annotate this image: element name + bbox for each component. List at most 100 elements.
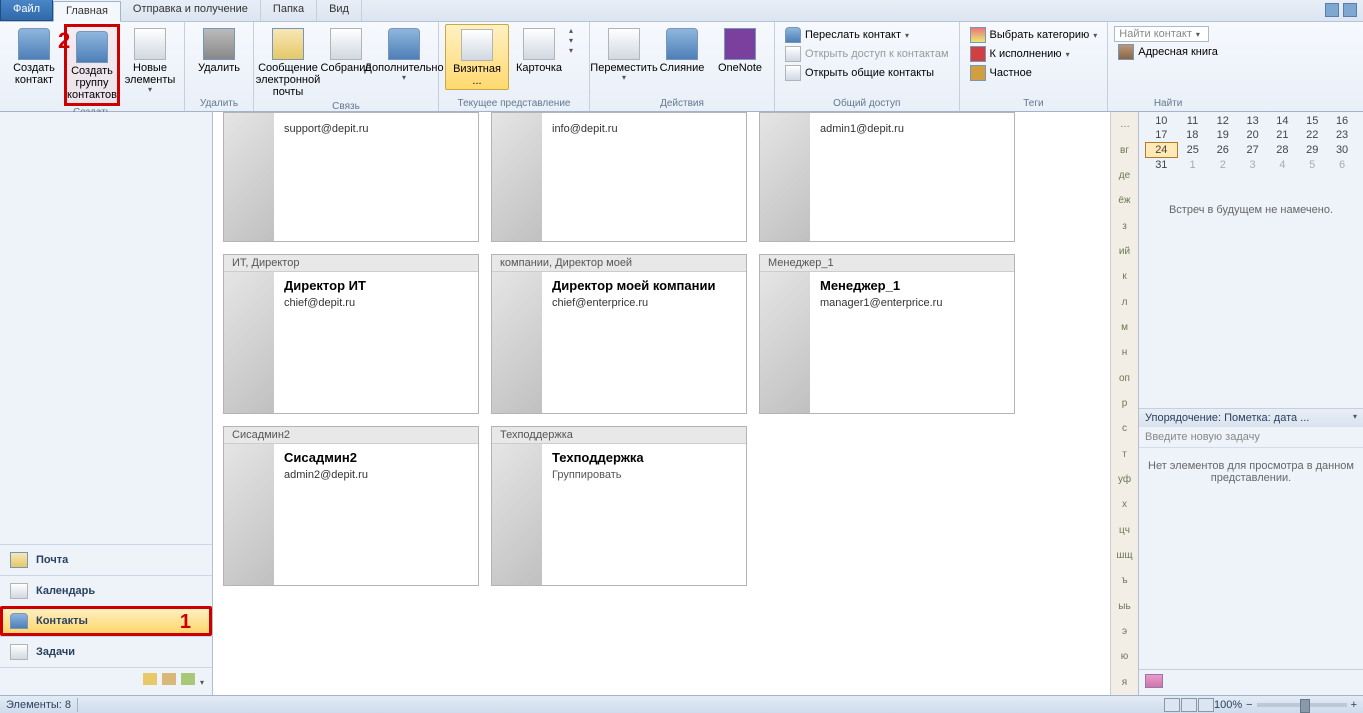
forward-contact-button[interactable]: Переслать контакт▾	[781, 26, 953, 44]
calendar-day[interactable]: 28	[1268, 143, 1298, 158]
calendar-day[interactable]: 4	[1268, 158, 1298, 173]
alpha-letter[interactable]: де	[1111, 163, 1138, 188]
contact-card[interactable]: support@depit.ru	[223, 112, 479, 242]
alpha-letter[interactable]: с	[1111, 416, 1138, 441]
alpha-letter[interactable]: т	[1111, 441, 1138, 466]
contact-card[interactable]: admin1@depit.ru	[759, 112, 1015, 242]
nav-calendar[interactable]: Календарь	[0, 575, 212, 606]
alpha-letter[interactable]: ыь	[1111, 594, 1138, 619]
calendar-day[interactable]: 18	[1177, 128, 1208, 143]
merge-button[interactable]: Слияние	[654, 24, 710, 76]
alpha-letter[interactable]: ёж	[1111, 188, 1138, 213]
alpha-letter[interactable]: вг	[1111, 137, 1138, 162]
calendar-day[interactable]: 31	[1146, 158, 1178, 173]
tab-sendrecv[interactable]: Отправка и получение	[121, 0, 261, 21]
view-scroll[interactable]: ▴▾▾	[569, 24, 583, 55]
calendar-day[interactable]: 15	[1297, 114, 1327, 128]
nav-shortcut-icons[interactable]: ▾	[0, 667, 212, 695]
tasks-header[interactable]: Упорядочение: Пометка: дата ...▾	[1139, 409, 1363, 427]
alpha-letter[interactable]: я	[1111, 670, 1138, 695]
people-pane-toggle[interactable]	[1139, 669, 1363, 695]
private-button[interactable]: Частное	[966, 64, 1102, 82]
delete-button[interactable]: Удалить	[191, 24, 247, 76]
calendar-day[interactable]: 16	[1327, 114, 1357, 128]
nav-mail[interactable]: Почта	[0, 544, 212, 575]
new-contact-group-button[interactable]: Создать группу контактов	[64, 24, 120, 106]
calendar-day[interactable]: 30	[1327, 143, 1357, 158]
contact-card[interactable]: info@depit.ru	[491, 112, 747, 242]
contact-card[interactable]: Сисадмин2Сисадмин2admin2@depit.ru	[223, 426, 479, 586]
move-button[interactable]: Переместить▾	[596, 24, 652, 85]
alpha-letter[interactable]: ъ	[1111, 568, 1138, 593]
alpha-letter[interactable]: оп	[1111, 365, 1138, 390]
tab-file[interactable]: Файл	[0, 0, 53, 21]
calendar-day[interactable]: 29	[1297, 143, 1327, 158]
calendar-day[interactable]: 21	[1268, 128, 1298, 143]
alpha-letter[interactable]: цч	[1111, 518, 1138, 543]
calendar-day[interactable]: 5	[1297, 158, 1327, 173]
view-normal-button[interactable]	[1164, 698, 1180, 712]
nav-tasks[interactable]: Задачи	[0, 636, 212, 667]
alpha-letter[interactable]: ий	[1111, 239, 1138, 264]
nav-contacts[interactable]: Контакты1	[0, 606, 212, 636]
calendar-day[interactable]: 22	[1297, 128, 1327, 143]
categorize-button[interactable]: Выбрать категорию▾	[966, 26, 1102, 44]
tab-view[interactable]: Вид	[317, 0, 362, 21]
folder-list-icon[interactable]	[162, 673, 176, 685]
contact-card[interactable]: Менеджер_1Менеджер_1manager1@enterprice.…	[759, 254, 1015, 414]
open-shared-button[interactable]: Открыть общие контакты	[781, 64, 953, 82]
alphabet-index[interactable]: …вгдеёжзийклмнопрстуфхцчшщъыьэюя	[1110, 112, 1138, 695]
calendar-day[interactable]: 13	[1238, 114, 1268, 128]
calendar-day[interactable]: 23	[1327, 128, 1357, 143]
calendar-day[interactable]: 11	[1177, 114, 1208, 128]
alpha-letter[interactable]: р	[1111, 391, 1138, 416]
new-task-input[interactable]: Введите новую задачу	[1139, 427, 1363, 448]
calendar-day[interactable]: 2	[1208, 158, 1238, 173]
notes-icon[interactable]	[143, 673, 157, 685]
calendar-day[interactable]: 19	[1208, 128, 1238, 143]
calendar-day[interactable]: 12	[1208, 114, 1238, 128]
calendar-day[interactable]: 20	[1238, 128, 1268, 143]
zoom-slider[interactable]	[1257, 703, 1347, 707]
contact-card[interactable]: ТехподдержкаТехподдержкаГруппировать	[491, 426, 747, 586]
onenote-button[interactable]: OneNote	[712, 24, 768, 76]
shortcut-icon[interactable]	[181, 673, 195, 685]
calendar-day[interactable]: 14	[1268, 114, 1298, 128]
alpha-letter[interactable]: к	[1111, 264, 1138, 289]
calendar-day[interactable]: 27	[1238, 143, 1268, 158]
calendar-day[interactable]: 25	[1177, 143, 1208, 158]
share-contacts-button[interactable]: Открыть доступ к контактам	[781, 45, 953, 63]
minimize-ribbon-icon[interactable]	[1325, 3, 1339, 17]
mini-calendar[interactable]: 1011121314151617181920212223242526272829…	[1139, 112, 1363, 174]
alpha-letter[interactable]: н	[1111, 340, 1138, 365]
zoom-control[interactable]: 100% −+	[1214, 699, 1357, 711]
calendar-day[interactable]: 1	[1177, 158, 1208, 173]
view-list-button[interactable]	[1198, 698, 1214, 712]
alpha-letter[interactable]: х	[1111, 492, 1138, 517]
contact-card[interactable]: ИТ, ДиректорДиректор ИТchief@depit.ru	[223, 254, 479, 414]
alpha-letter[interactable]: з	[1111, 213, 1138, 238]
alpha-letter[interactable]: шщ	[1111, 543, 1138, 568]
new-items-button[interactable]: Новые элементы▾	[122, 24, 178, 97]
calendar-day[interactable]: 17	[1146, 128, 1178, 143]
followup-button[interactable]: К исполнению▾	[966, 45, 1102, 63]
alpha-letter[interactable]: э	[1111, 619, 1138, 644]
address-book-button[interactable]: Адресная книга	[1114, 43, 1222, 61]
calendar-day[interactable]: 3	[1238, 158, 1268, 173]
alpha-letter[interactable]: ю	[1111, 644, 1138, 669]
alpha-letter[interactable]: уф	[1111, 467, 1138, 492]
alpha-letter[interactable]: м	[1111, 315, 1138, 340]
tab-folder[interactable]: Папка	[261, 0, 317, 21]
contact-card[interactable]: компании, Директор моейДиректор моей ком…	[491, 254, 747, 414]
view-reading-button[interactable]	[1181, 698, 1197, 712]
business-card-view[interactable]: Визитная ...	[445, 24, 509, 90]
email-button[interactable]: Сообщение электронной почты	[260, 24, 316, 100]
help-icon[interactable]	[1343, 3, 1357, 17]
calendar-day[interactable]: 6	[1327, 158, 1357, 173]
new-contact-button[interactable]: Создать контакт	[6, 24, 62, 88]
alpha-top[interactable]: …	[1111, 112, 1138, 137]
find-contact-input[interactable]: Найти контакт▾	[1114, 26, 1209, 42]
calendar-day[interactable]: 10	[1146, 114, 1178, 128]
calendar-day[interactable]: 24	[1146, 143, 1178, 158]
tab-home[interactable]: Главная	[53, 1, 121, 22]
